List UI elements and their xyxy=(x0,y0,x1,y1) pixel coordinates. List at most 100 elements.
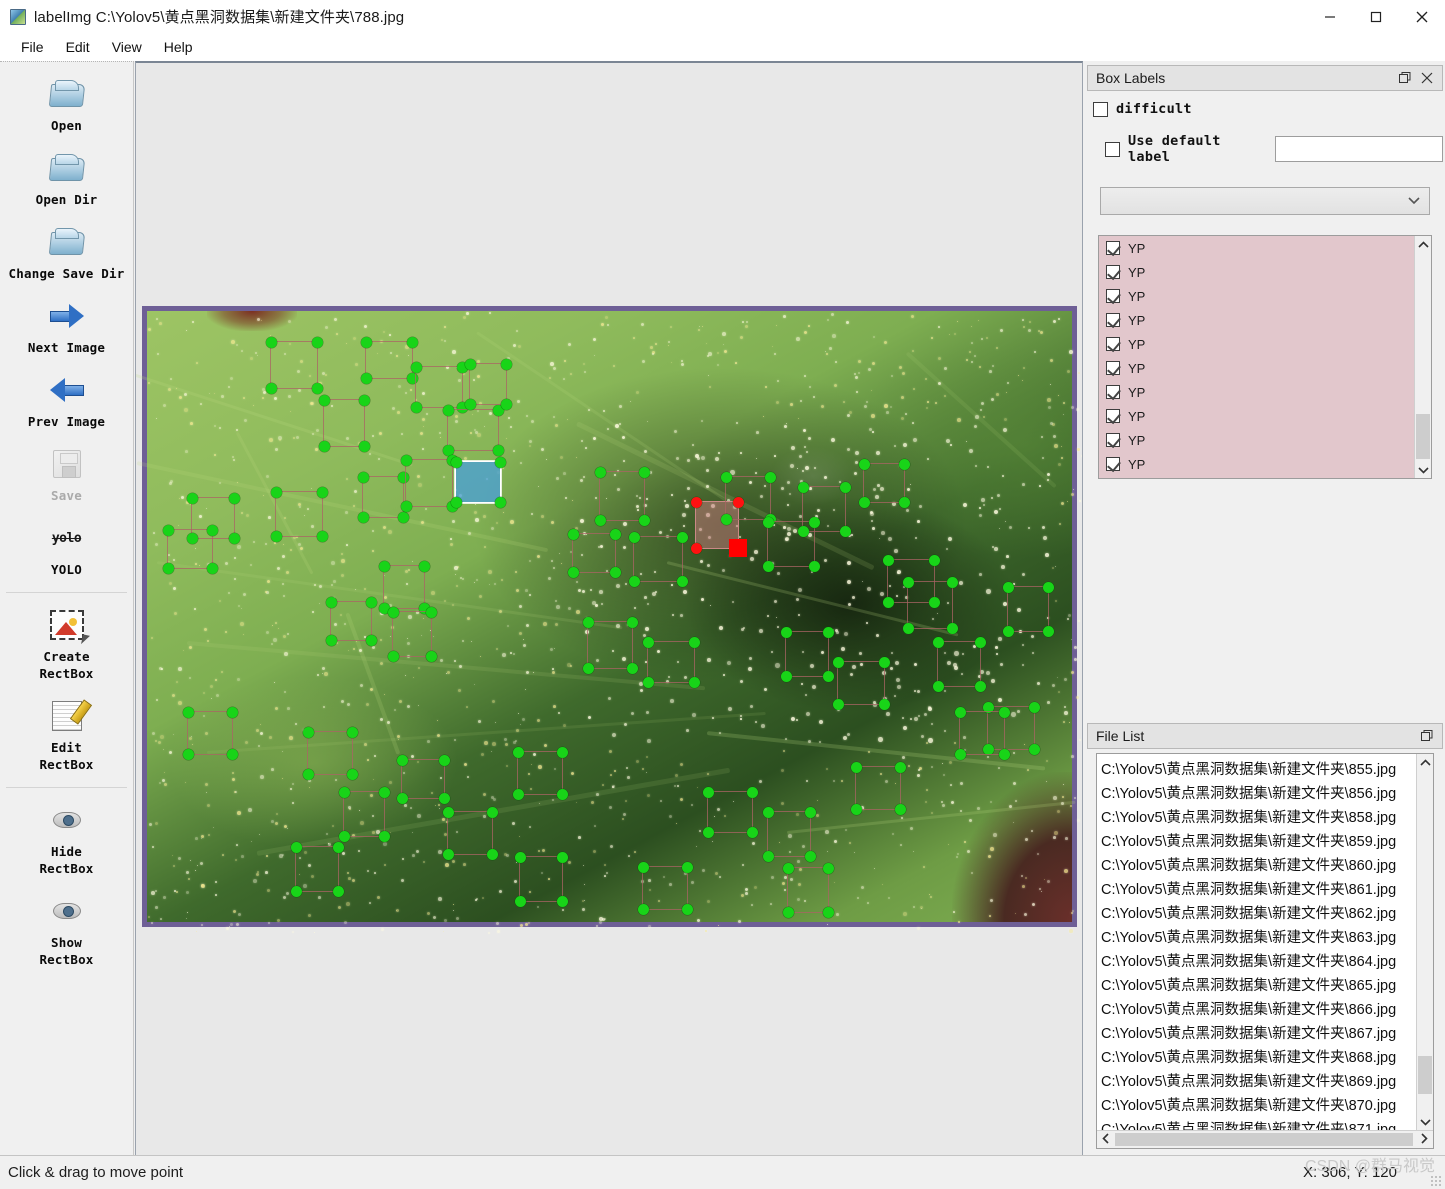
file-list-item[interactable]: C:\Yolov5\黄点黑洞数据集\新建文件夹\856.jpg xyxy=(1097,780,1416,804)
annotation-vertex[interactable] xyxy=(878,656,890,668)
annotation-vertex[interactable] xyxy=(357,511,369,523)
annotation-vertex[interactable] xyxy=(162,524,174,536)
annotation-vertex[interactable] xyxy=(464,398,476,410)
file-list-vscrollbar[interactable] xyxy=(1416,754,1433,1130)
annotation-vertex[interactable] xyxy=(882,596,894,608)
annotation-vertex[interactable] xyxy=(346,768,358,780)
annotation-vertex[interactable] xyxy=(946,576,958,588)
annotation-box[interactable] xyxy=(318,394,370,452)
annotation-box[interactable] xyxy=(162,524,218,574)
annotation-box[interactable] xyxy=(512,746,568,800)
annotation-vertex[interactable] xyxy=(206,524,218,536)
menu-file[interactable]: File xyxy=(10,36,55,58)
annotation-vertex[interactable] xyxy=(839,525,851,537)
annotation-vertex[interactable] xyxy=(832,656,844,668)
annotation-vertex[interactable] xyxy=(676,531,688,543)
annotation-vertex[interactable] xyxy=(265,336,277,348)
annotation-vertex[interactable] xyxy=(690,496,702,508)
annotation-vertex[interactable] xyxy=(400,500,412,512)
annotation-vertex[interactable] xyxy=(567,566,579,578)
annotation-box[interactable] xyxy=(450,456,506,508)
annotation-vertex[interactable] xyxy=(858,458,870,470)
annotation-vertex[interactable] xyxy=(500,358,512,370)
annotation-vertex[interactable] xyxy=(397,511,409,523)
default-label-input[interactable] xyxy=(1275,136,1443,162)
label-list-item[interactable]: YP xyxy=(1099,332,1414,356)
annotation-vertex[interactable] xyxy=(690,542,702,554)
annotation-vertex[interactable] xyxy=(464,358,476,370)
annotation-vertex[interactable] xyxy=(764,471,776,483)
annotation-box[interactable] xyxy=(396,754,450,804)
annotation-box[interactable] xyxy=(642,636,700,688)
annotation-vertex[interactable] xyxy=(894,761,906,773)
annotation-vertex[interactable] xyxy=(425,650,437,662)
annotation-box[interactable] xyxy=(360,336,418,384)
annotation-box[interactable] xyxy=(325,596,377,646)
annotation-vertex[interactable] xyxy=(332,885,344,897)
annotation-vertex[interactable] xyxy=(450,456,462,468)
label-item-checkbox[interactable] xyxy=(1106,313,1120,327)
annotation-vertex[interactable] xyxy=(182,748,194,760)
scroll-down-icon[interactable] xyxy=(1415,461,1431,478)
annotation-vertex[interactable] xyxy=(946,622,958,634)
annotation-vertex[interactable] xyxy=(681,861,693,873)
annotation-vertex[interactable] xyxy=(228,492,240,504)
annotation-box[interactable] xyxy=(357,471,409,523)
annotation-vertex[interactable] xyxy=(1028,743,1040,755)
annotation-vertex[interactable] xyxy=(594,514,606,526)
annotation-vertex[interactable] xyxy=(186,492,198,504)
label-list-scrollbar[interactable] xyxy=(1414,236,1431,478)
annotation-vertex[interactable] xyxy=(316,530,328,542)
annotation-vertex[interactable] xyxy=(882,554,894,566)
toolbar-yolo-format-button[interactable]: yolo YOLO xyxy=(0,512,133,586)
annotation-vertex[interactable] xyxy=(338,786,350,798)
annotation-vertex[interactable] xyxy=(746,786,758,798)
maximize-button[interactable] xyxy=(1353,0,1399,33)
annotation-vertex[interactable] xyxy=(762,850,774,862)
label-combo-box[interactable] xyxy=(1100,187,1430,215)
annotation-vertex[interactable] xyxy=(582,662,594,674)
annotation-vertex[interactable] xyxy=(182,706,194,718)
annotation-vertex[interactable] xyxy=(804,850,816,862)
annotation-vertex[interactable] xyxy=(228,532,240,544)
annotation-vertex[interactable] xyxy=(822,906,834,918)
annotation-vertex[interactable] xyxy=(226,748,238,760)
annotation-box[interactable] xyxy=(832,656,890,710)
file-list-container[interactable]: C:\Yolov5\黄点黑洞数据集\新建文件夹\855.jpg C:\Yolov5… xyxy=(1096,753,1434,1149)
annotation-box[interactable] xyxy=(858,458,910,508)
annotation-vertex[interactable] xyxy=(638,514,650,526)
annotation-vertex[interactable] xyxy=(974,680,986,692)
annotation-box[interactable] xyxy=(265,336,323,394)
annotation-vertex[interactable] xyxy=(556,788,568,800)
label-item-checkbox[interactable] xyxy=(1106,433,1120,447)
annotation-vertex[interactable] xyxy=(486,806,498,818)
file-list-hscrollbar[interactable] xyxy=(1097,1130,1433,1148)
annotation-box[interactable] xyxy=(270,486,328,542)
file-list-item[interactable]: C:\Yolov5\黄点黑洞数据集\新建文件夹\855.jpg xyxy=(1097,756,1416,780)
file-list-item[interactable]: C:\Yolov5\黄点黑洞数据集\新建文件夹\864.jpg xyxy=(1097,948,1416,972)
toolbar-create-rectbox-button[interactable]: Create RectBox xyxy=(0,599,133,690)
annotation-vertex[interactable] xyxy=(762,560,774,572)
annotation-box[interactable] xyxy=(932,636,986,692)
annotation-vertex[interactable] xyxy=(746,826,758,838)
annotation-vertex[interactable] xyxy=(270,530,282,542)
annotation-box[interactable] xyxy=(702,786,758,838)
annotation-vertex[interactable] xyxy=(782,862,794,874)
annotation-vertex[interactable] xyxy=(1002,625,1014,637)
annotation-box[interactable] xyxy=(594,466,650,526)
toolbar-show-rectbox-button[interactable]: Show RectBox xyxy=(0,885,133,976)
annotation-vertex[interactable] xyxy=(494,456,506,468)
annotation-vertex[interactable] xyxy=(396,754,408,766)
annotation-box[interactable] xyxy=(1002,581,1054,637)
label-list-item[interactable]: YP xyxy=(1099,236,1414,260)
annotation-vertex[interactable] xyxy=(567,528,579,540)
menu-edit[interactable]: Edit xyxy=(55,36,101,58)
scroll-left-icon[interactable] xyxy=(1097,1132,1115,1147)
annotation-box[interactable] xyxy=(442,806,498,860)
annotation-vertex[interactable] xyxy=(406,336,418,348)
label-list-item[interactable]: YP xyxy=(1099,428,1414,452)
toolbar-next-image-button[interactable]: Next Image xyxy=(0,290,133,364)
annotation-box[interactable] xyxy=(954,706,1010,760)
file-list[interactable]: C:\Yolov5\黄点黑洞数据集\新建文件夹\855.jpg C:\Yolov5… xyxy=(1097,754,1416,1131)
annotation-box[interactable] xyxy=(762,806,816,862)
